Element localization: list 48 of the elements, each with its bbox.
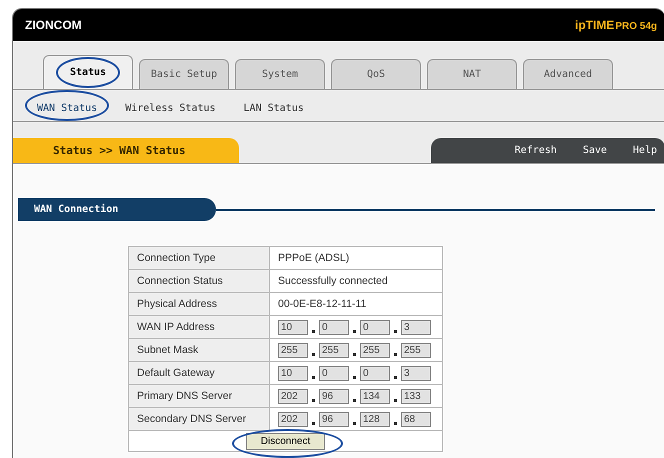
disconnect-button[interactable]: Disconnect (246, 432, 326, 450)
field-value: 00-0E-E8-12-11-11 (270, 292, 442, 316)
ip-octet-field[interactable]: 0 (319, 320, 349, 334)
field-value: PPPoE (ADSL) (270, 246, 442, 270)
ip-octet-field[interactable]: 134 (360, 388, 390, 404)
ip-octet-field[interactable]: 3 (401, 366, 431, 380)
field-label: Physical Address (128, 292, 270, 316)
field-label: Connection Type (128, 246, 270, 270)
product-logo: ipTIMEPRO 54g (574, 18, 657, 32)
ip-octet-field[interactable]: 0 (360, 366, 390, 380)
action-link[interactable]: Refresh (514, 138, 557, 163)
ip-octet-field[interactable]: 0 (360, 320, 390, 334)
nav-tab[interactable]: NAT (427, 59, 517, 89)
field-value: Successfully connected (270, 270, 442, 292)
ip-octet-field[interactable]: 255 (360, 342, 390, 358)
field-label: Secondary DNS Server (128, 408, 270, 430)
ip-octet-field[interactable]: 0 (319, 366, 349, 380)
field-label: WAN IP Address (128, 316, 270, 338)
nav-tab[interactable]: Advanced (523, 59, 613, 89)
action-link[interactable]: Help (632, 138, 657, 163)
sub-tab[interactable]: Wireless Status (121, 103, 220, 114)
ip-octet-field[interactable]: 10 (278, 320, 308, 334)
nav-tab[interactable]: QoS (331, 59, 421, 89)
ip-octet-field[interactable]: 202 (278, 412, 308, 426)
ip-octet-field[interactable]: 202 (278, 388, 308, 404)
ip-octet-field[interactable]: 255 (278, 342, 308, 358)
ip-octet-field[interactable]: 133 (401, 388, 431, 404)
nav-tab[interactable]: System (235, 59, 325, 89)
brand-logo: ZIONCOM (25, 18, 82, 32)
ip-octet-field[interactable]: 255 (319, 342, 349, 358)
field-label: Primary DNS Server (128, 384, 270, 408)
action-link[interactable]: Save (582, 138, 607, 163)
field-label: Default Gateway (128, 362, 270, 384)
ip-octet-field[interactable]: 10 (278, 366, 308, 380)
field-label: Connection Status (128, 270, 270, 292)
ip-octet-field[interactable]: 255 (401, 342, 431, 358)
sub-tab[interactable]: WAN Status (33, 103, 102, 114)
ip-octet-field[interactable]: 96 (319, 388, 349, 404)
nav-tab[interactable]: Basic Setup (139, 59, 229, 89)
breadcrumb: Status >> WAN Status (13, 138, 239, 163)
sub-tab[interactable]: LAN Status (240, 103, 308, 114)
ip-octet-field[interactable]: 68 (401, 412, 431, 426)
nav-tab[interactable]: Status (43, 55, 133, 89)
section-title: WAN Connection (18, 198, 216, 221)
ip-octet-field[interactable]: 128 (360, 412, 390, 426)
ip-octet-field[interactable]: 96 (319, 412, 349, 426)
field-label: Subnet Mask (128, 338, 270, 362)
ip-octet-field[interactable]: 3 (401, 320, 431, 334)
